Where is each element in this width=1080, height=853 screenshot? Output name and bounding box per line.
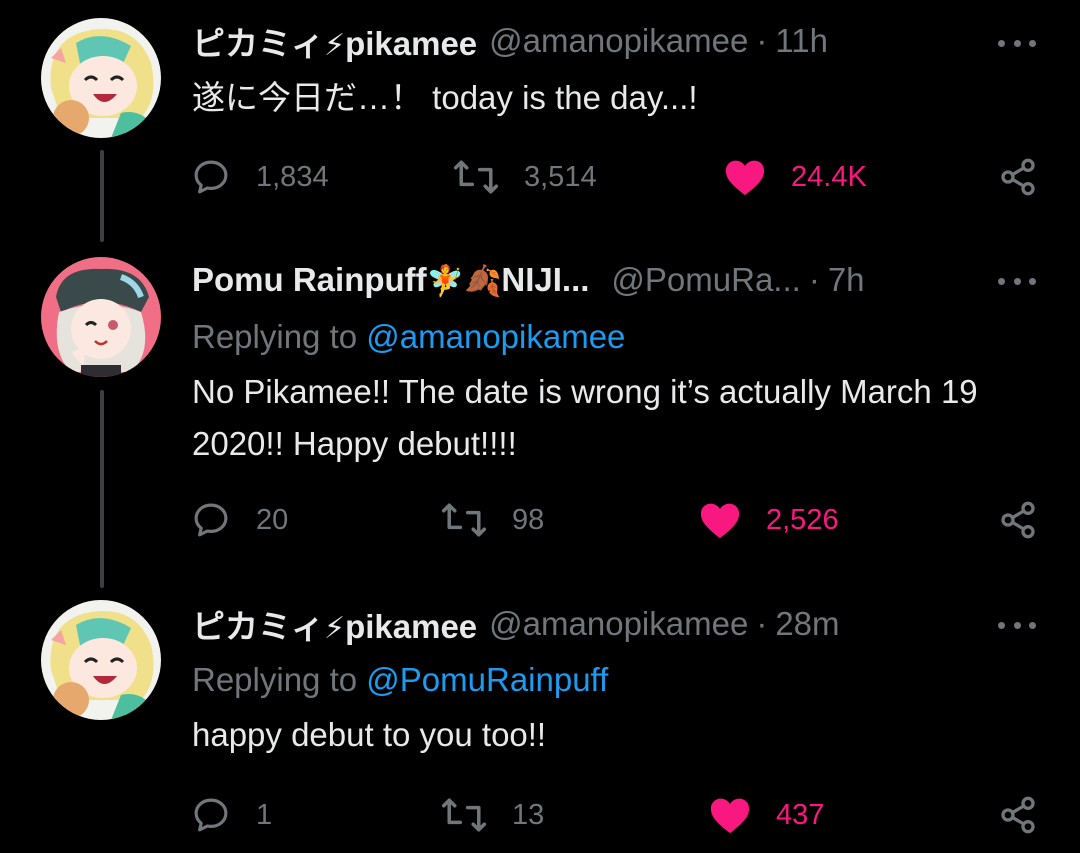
heart-icon bbox=[725, 160, 765, 196]
share-button[interactable] bbox=[998, 498, 1038, 542]
reply-button[interactable]: 20 bbox=[190, 498, 288, 542]
replying-to: Replying to @PomuRainpuff bbox=[192, 661, 608, 699]
tweet-actions: 20 98 2,526 bbox=[190, 498, 1050, 542]
like-button[interactable]: 2,526 bbox=[698, 498, 839, 542]
avatar[interactable] bbox=[41, 18, 161, 138]
timestamp[interactable]: 11h bbox=[775, 22, 828, 60]
replying-to-mention[interactable]: @PomuRainpuff bbox=[366, 661, 608, 698]
display-name[interactable]: Pomu Rainpuff🧚🍂NIJI... bbox=[192, 261, 589, 299]
heart-icon bbox=[700, 503, 740, 539]
retweet-button[interactable]: 3,514 bbox=[452, 155, 597, 199]
retweet-button[interactable]: 13 bbox=[440, 793, 544, 837]
lightning-emoji-icon: ⚡ bbox=[324, 612, 346, 645]
share-button[interactable] bbox=[998, 793, 1038, 837]
timestamp[interactable]: 7h bbox=[828, 261, 865, 299]
user-handle[interactable]: @amanopikamee bbox=[489, 22, 748, 60]
share-icon bbox=[1001, 796, 1035, 834]
like-count: 2,526 bbox=[766, 503, 839, 536]
tweet-text: 遂に今日だ…！ today is the day...! bbox=[192, 79, 698, 116]
tweet-text: happy debut to you too!! bbox=[192, 716, 547, 753]
retweet-icon bbox=[441, 503, 487, 537]
timestamp[interactable]: 28m bbox=[775, 605, 839, 643]
retweet-count: 13 bbox=[512, 798, 545, 831]
retweet-count: 3,514 bbox=[524, 160, 597, 193]
avatar[interactable] bbox=[41, 600, 161, 720]
retweet-button[interactable]: 98 bbox=[440, 498, 544, 542]
more-dots-icon[interactable] bbox=[998, 271, 1036, 291]
separator-dot: · bbox=[808, 261, 820, 298]
more-dots-icon[interactable] bbox=[998, 33, 1036, 53]
reply-count: 1,834 bbox=[256, 160, 329, 193]
tweet-actions: 1 13 437 bbox=[190, 793, 1050, 837]
reply-count: 1 bbox=[256, 798, 273, 831]
fairy-leaf-emoji-icon: 🧚🍂 bbox=[426, 265, 502, 298]
tweet-header: Pomu Rainpuff🧚🍂NIJI... @PomuRa... · 7h bbox=[192, 258, 1040, 302]
replying-to-mention[interactable]: @amanopikamee bbox=[366, 318, 625, 355]
user-handle[interactable]: @amanopikamee bbox=[489, 605, 748, 643]
display-name[interactable]: ピカミィ⚡pikamee bbox=[192, 600, 477, 648]
share-icon bbox=[1001, 158, 1035, 196]
retweet-count: 98 bbox=[512, 503, 545, 536]
reply-bubble-icon bbox=[194, 160, 228, 194]
tweet-header: ピカミィ⚡pikamee @amanopikamee · 28m bbox=[192, 602, 1040, 646]
tweet-header: ピカミィ⚡pikamee @amanopikamee · 11h bbox=[192, 19, 1040, 63]
separator-dot: · bbox=[756, 605, 768, 642]
reply-bubble-icon bbox=[194, 798, 228, 832]
replying-to: Replying to @amanopikamee bbox=[192, 318, 625, 356]
avatar[interactable] bbox=[41, 257, 161, 377]
like-count: 24.4K bbox=[791, 160, 867, 193]
retweet-icon bbox=[441, 798, 487, 832]
reply-bubble-icon bbox=[194, 503, 228, 537]
reply-button[interactable]: 1,834 bbox=[190, 155, 329, 199]
tweet[interactable]: ピカミィ⚡pikamee @amanopikamee · 11h 遂に今日だ…！… bbox=[0, 0, 1080, 240]
like-button[interactable]: 24.4K bbox=[723, 155, 867, 199]
reply-count: 20 bbox=[256, 503, 289, 536]
tweet-actions: 1,834 3,514 24.4K bbox=[190, 155, 1050, 199]
separator-dot: · bbox=[756, 22, 768, 59]
user-handle[interactable]: @PomuRa... bbox=[611, 261, 800, 299]
reply-button[interactable]: 1 bbox=[190, 793, 272, 837]
retweet-icon bbox=[453, 160, 499, 194]
like-button[interactable]: 437 bbox=[708, 793, 824, 837]
display-name[interactable]: ピカミィ⚡pikamee bbox=[192, 17, 477, 65]
more-dots-icon[interactable] bbox=[998, 615, 1036, 635]
share-button[interactable] bbox=[998, 155, 1038, 199]
tweet[interactable]: Pomu Rainpuff🧚🍂NIJI... @PomuRa... · 7h R… bbox=[0, 240, 1080, 580]
replying-to-label: Replying to bbox=[192, 661, 358, 698]
heart-icon bbox=[710, 798, 750, 834]
tweet[interactable]: ピカミィ⚡pikamee @amanopikamee · 28m Replyin… bbox=[0, 585, 1080, 853]
like-count: 437 bbox=[776, 798, 825, 831]
share-icon bbox=[1001, 501, 1035, 539]
tweet-text: No Pikamee!! The date is wrong it’s actu… bbox=[192, 373, 978, 462]
lightning-emoji-icon: ⚡ bbox=[324, 29, 346, 62]
replying-to-label: Replying to bbox=[192, 318, 358, 355]
